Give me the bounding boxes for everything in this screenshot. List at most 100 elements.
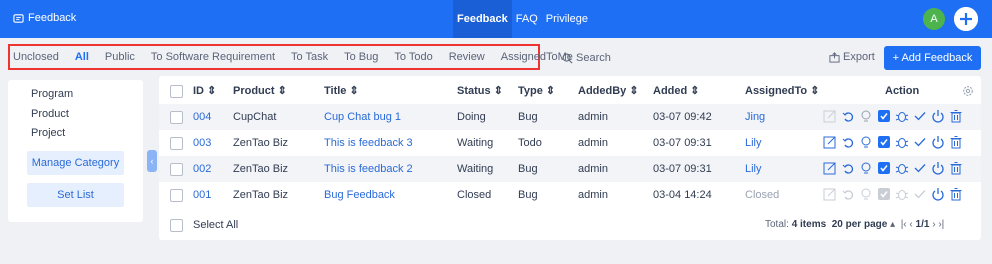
- sort-icon: ⇕: [629, 85, 639, 97]
- lightbulb-icon[interactable]: [859, 109, 873, 123]
- undo-icon[interactable]: [841, 135, 855, 149]
- bug-icon[interactable]: [895, 187, 909, 201]
- select-all-label[interactable]: Select All: [193, 219, 238, 231]
- filter-all[interactable]: All: [75, 51, 89, 63]
- undo-icon[interactable]: [841, 161, 855, 175]
- caret-up-icon[interactable]: ▴: [890, 219, 895, 230]
- set-list-button[interactable]: Set List: [27, 183, 124, 207]
- sort-icon: ⇕: [277, 85, 287, 97]
- sidebar-collapse-toggle[interactable]: ‹: [147, 150, 157, 172]
- filter-to-todo[interactable]: To Todo: [394, 51, 432, 63]
- undo-icon[interactable]: [841, 109, 855, 123]
- filter-to-software-requirement[interactable]: To Software Requirement: [151, 51, 275, 63]
- col-status[interactable]: Status ⇕: [457, 78, 503, 104]
- bug-icon[interactable]: [895, 109, 909, 123]
- sidebar-item-product[interactable]: Product: [31, 108, 69, 120]
- last-page-icon[interactable]: ›|: [938, 219, 944, 230]
- filter-to-task[interactable]: To Task: [291, 51, 328, 63]
- lightbulb-icon[interactable]: [859, 161, 873, 175]
- table-row[interactable]: 001 ZenTao Biz Bug Feedback Closed Bug a…: [159, 182, 981, 208]
- edit-icon[interactable]: [823, 187, 837, 201]
- row-id[interactable]: 003: [193, 130, 211, 156]
- trash-icon[interactable]: [949, 135, 963, 149]
- col-product[interactable]: Product ⇕: [233, 78, 287, 104]
- row-assignedto[interactable]: Jing: [745, 104, 765, 130]
- manage-category-button[interactable]: Manage Category: [27, 151, 124, 175]
- row-id[interactable]: 004: [193, 104, 211, 130]
- power-icon[interactable]: [931, 109, 945, 123]
- pager-per-page[interactable]: 20 per page: [832, 219, 888, 230]
- nav-faq[interactable]: FAQ: [512, 0, 542, 38]
- row-title[interactable]: Cup Chat bug 1: [324, 104, 401, 130]
- undo-icon[interactable]: [841, 187, 855, 201]
- select-all-header-checkbox[interactable]: [170, 85, 183, 98]
- col-addedby[interactable]: AddedBy ⇕: [578, 78, 639, 104]
- bug-icon[interactable]: [895, 161, 909, 175]
- row-checkbox[interactable]: [170, 163, 183, 176]
- row-checkbox[interactable]: [170, 137, 183, 150]
- global-add-button[interactable]: [954, 7, 978, 31]
- col-title[interactable]: Title ⇕: [324, 78, 359, 104]
- col-type[interactable]: Type ⇕: [518, 78, 555, 104]
- row-checkbox[interactable]: [170, 189, 183, 202]
- next-page-icon[interactable]: ›: [932, 219, 935, 230]
- row-assignedto[interactable]: Lily: [745, 130, 762, 156]
- filter-public[interactable]: Public: [105, 51, 135, 63]
- search-button[interactable]: Search: [562, 52, 611, 64]
- sidebar-item-project[interactable]: Project: [31, 127, 65, 139]
- trash-icon[interactable]: [949, 161, 963, 175]
- trash-icon[interactable]: [949, 109, 963, 123]
- export-button[interactable]: Export: [829, 51, 875, 63]
- nav-feedback[interactable]: Feedback: [453, 0, 512, 38]
- row-id[interactable]: 002: [193, 156, 211, 182]
- pager: Total: 4 items 20 per page ▴ |‹ ‹ 1/1 › …: [765, 219, 944, 230]
- feedback-table: ID ⇕ Product ⇕ Title ⇕ Status ⇕ Type ⇕ A…: [159, 76, 981, 240]
- col-added[interactable]: Added ⇕: [653, 78, 700, 104]
- bug-icon[interactable]: [895, 135, 909, 149]
- lightbulb-icon[interactable]: [859, 135, 873, 149]
- row-title[interactable]: This is feedback 2: [324, 156, 413, 182]
- nav-privilege[interactable]: Privilege: [542, 0, 592, 38]
- power-icon[interactable]: [931, 135, 945, 149]
- row-title[interactable]: This is feedback 3: [324, 130, 413, 156]
- col-id[interactable]: ID ⇕: [193, 78, 216, 104]
- power-icon[interactable]: [931, 187, 945, 201]
- avatar[interactable]: A: [923, 8, 945, 30]
- table-row[interactable]: 002 ZenTao Biz This is feedback 2 Waitin…: [159, 156, 981, 182]
- checkbox-icon[interactable]: [877, 187, 891, 201]
- lightbulb-icon[interactable]: [859, 187, 873, 201]
- first-page-icon[interactable]: |‹: [901, 219, 907, 230]
- edit-icon[interactable]: [823, 109, 837, 123]
- row-title[interactable]: Bug Feedback: [324, 182, 395, 208]
- filter-unclosed[interactable]: Unclosed: [13, 51, 59, 63]
- app-brand[interactable]: Feedback: [13, 12, 76, 24]
- filter-review[interactable]: Review: [449, 51, 485, 63]
- sidebar-item-program[interactable]: Program: [31, 88, 73, 100]
- check-icon[interactable]: [913, 135, 927, 149]
- export-icon: [829, 51, 840, 63]
- trash-icon[interactable]: [949, 187, 963, 201]
- row-assignedto[interactable]: Lily: [745, 156, 762, 182]
- prev-page-icon[interactable]: ‹: [909, 219, 912, 230]
- checkbox-icon[interactable]: [877, 109, 891, 123]
- row-added: 03-07 09:31: [653, 163, 712, 175]
- checkbox-icon[interactable]: [877, 161, 891, 175]
- col-assignedto[interactable]: AssignedTo ⇕: [745, 78, 819, 104]
- table-row[interactable]: 003 ZenTao Biz This is feedback 3 Waitin…: [159, 130, 981, 156]
- row-id[interactable]: 001: [193, 182, 211, 208]
- row-checkbox[interactable]: [170, 111, 183, 124]
- check-icon[interactable]: [913, 187, 927, 201]
- power-icon[interactable]: [931, 161, 945, 175]
- check-icon[interactable]: [913, 109, 927, 123]
- row-product: ZenTao Biz: [233, 163, 289, 175]
- check-icon[interactable]: [913, 161, 927, 175]
- add-feedback-button[interactable]: + Add Feedback: [884, 46, 981, 70]
- edit-icon[interactable]: [823, 161, 837, 175]
- gear-icon[interactable]: [962, 85, 974, 97]
- select-all-checkbox[interactable]: [170, 219, 183, 232]
- brand-label: Feedback: [28, 12, 77, 24]
- checkbox-icon[interactable]: [877, 135, 891, 149]
- filter-to-bug[interactable]: To Bug: [344, 51, 378, 63]
- table-row[interactable]: 004 CupChat Cup Chat bug 1 Doing Bug adm…: [159, 104, 981, 130]
- edit-icon[interactable]: [823, 135, 837, 149]
